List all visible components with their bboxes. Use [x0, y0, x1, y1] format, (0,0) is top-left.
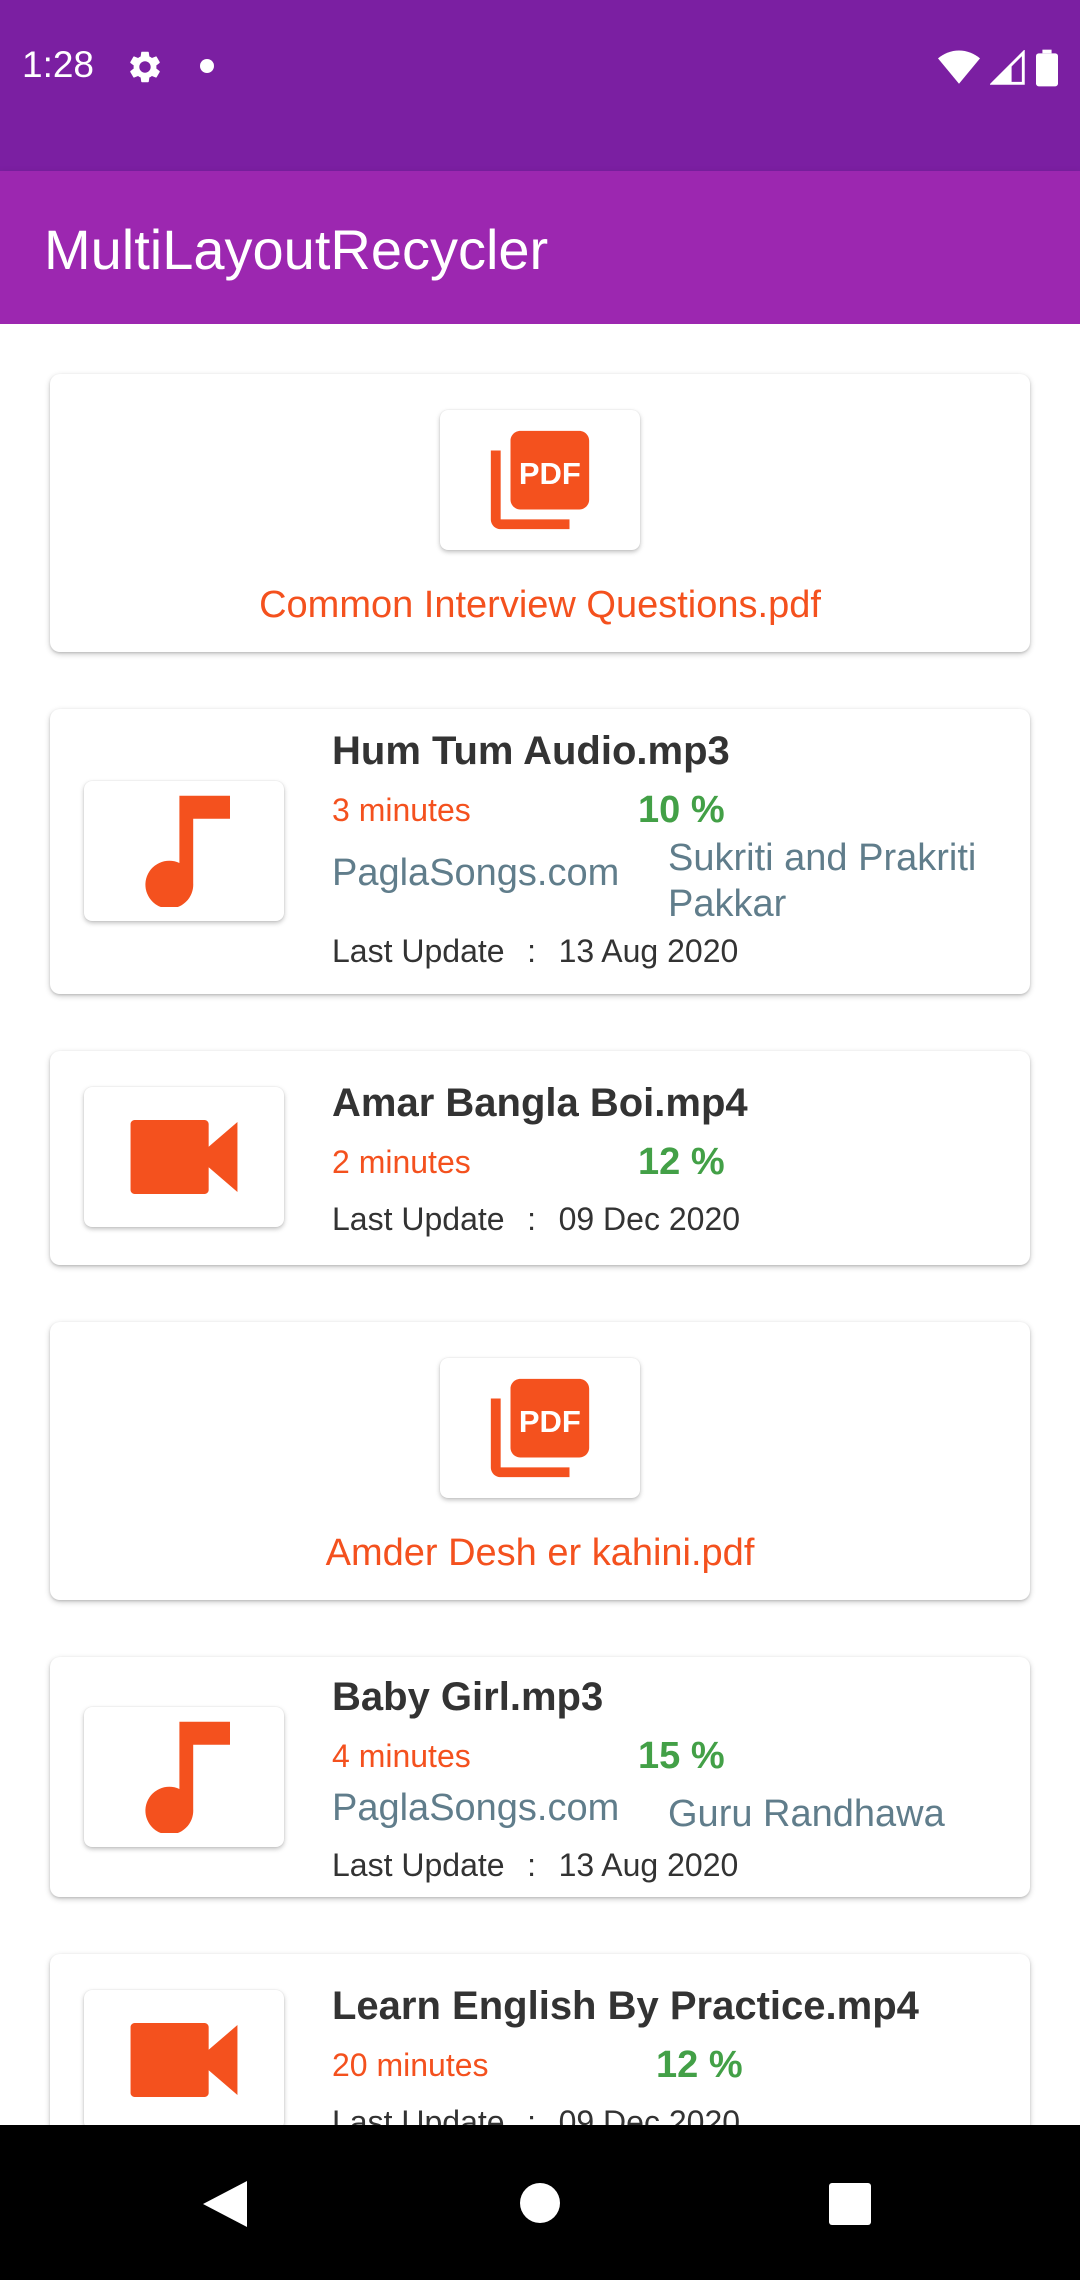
source: PaglaSongs.com [332, 852, 620, 894]
file-title: Amar Bangla Boi.mp4 [332, 1081, 748, 1125]
gear-icon [130, 51, 160, 83]
recents-icon[interactable] [829, 2183, 871, 2225]
update-label: Last Update [332, 2104, 505, 2125]
file-title: Baby Girl.mp3 [332, 1675, 604, 1719]
last-update-row: Last Update:09 Dec 2020 [332, 1201, 740, 1238]
audio-icon-box [84, 1707, 284, 1847]
navigation-bar [0, 2125, 1080, 2280]
update-label: Last Update [332, 1201, 505, 1237]
pdf-icon-box: PDF [440, 410, 640, 550]
update-date: 13 Aug 2020 [558, 933, 739, 969]
last-update-row: Last Update:13 Aug 2020 [332, 933, 738, 970]
battery-icon [1036, 49, 1058, 87]
video-card[interactable]: Learn English By Practice.mp4 20 minutes… [50, 1954, 1030, 2125]
video-camera-icon [130, 2023, 238, 2097]
pdf-icon-box: PDF [440, 1358, 640, 1498]
status-time: 1:28 [22, 44, 95, 85]
pdf-icon: PDF [490, 430, 590, 530]
duration: 20 minutes [332, 2047, 489, 2083]
file-title: Hum Tum Audio.mp3 [332, 729, 730, 773]
source: PaglaSongs.com [332, 1787, 620, 1829]
recycler-list[interactable]: PDF Common Interview Questions.pdf Hum T… [0, 324, 1080, 2125]
audio-card[interactable]: Baby Girl.mp3 4 minutes 15 % PaglaSongs.… [50, 1657, 1030, 1897]
update-date: 13 Aug 2020 [558, 1847, 739, 1883]
pdf-icon: PDF [490, 1378, 590, 1478]
notification-dot-icon [200, 59, 214, 73]
back-icon[interactable] [203, 2181, 247, 2227]
app-title: MultiLayoutRecycler [44, 218, 549, 281]
audio-card[interactable]: Hum Tum Audio.mp3 3 minutes 10 % PaglaSo… [50, 709, 1030, 994]
signal-icon [990, 50, 1025, 85]
update-date: 09 Dec 2020 [558, 2104, 741, 2125]
svg-text:PDF: PDF [519, 1404, 581, 1439]
pdf-file-name: Common Interview Questions.pdf [259, 584, 821, 626]
svg-text:PDF: PDF [519, 456, 581, 491]
pdf-card[interactable]: PDF Common Interview Questions.pdf [50, 374, 1030, 652]
music-note-icon [145, 795, 230, 907]
duration: 2 minutes [332, 1144, 471, 1180]
wifi-icon [938, 50, 980, 84]
artist: Guru Randhawa [668, 1793, 945, 1835]
update-label: Last Update [332, 1847, 505, 1883]
update-separator: : [527, 1201, 536, 1237]
status-bar: 1:28 [0, 0, 1080, 171]
update-separator: : [527, 1847, 536, 1883]
home-icon[interactable] [519, 2182, 561, 2224]
pdf-card[interactable]: PDF Amder Desh er kahini.pdf [50, 1322, 1030, 1600]
music-note-icon [145, 1721, 230, 1833]
update-date: 09 Dec 2020 [558, 1201, 741, 1237]
video-icon-box [84, 1990, 284, 2125]
pdf-file-name: Amder Desh er kahini.pdf [325, 1532, 755, 1574]
progress-percent: 10 % [638, 789, 725, 831]
duration: 4 minutes [332, 1738, 471, 1774]
status-icons [938, 48, 1058, 88]
last-update-row: Last Update: 09 Dec 2020 [332, 2104, 740, 2125]
update-separator: : [527, 933, 536, 969]
video-card[interactable]: Amar Bangla Boi.mp4 2 minutes 12 % Last … [50, 1051, 1030, 1265]
app-bar: MultiLayoutRecycler [0, 171, 1080, 324]
artist: Sukriti and Prakriti Pakkar [668, 837, 977, 925]
progress-percent: 12 % [656, 2044, 743, 2086]
duration: 3 minutes [332, 792, 471, 828]
last-update-row: Last Update:13 Aug 2020 [332, 1847, 738, 1884]
progress-percent: 15 % [638, 1735, 725, 1777]
file-title: Learn English By Practice.mp4 [332, 1984, 919, 2028]
progress-percent: 12 % [638, 1141, 725, 1183]
audio-icon-box [84, 781, 284, 921]
video-icon-box [84, 1087, 284, 1227]
video-camera-icon [130, 1120, 238, 1194]
update-separator: : [527, 2104, 536, 2125]
update-label: Last Update [332, 933, 505, 969]
